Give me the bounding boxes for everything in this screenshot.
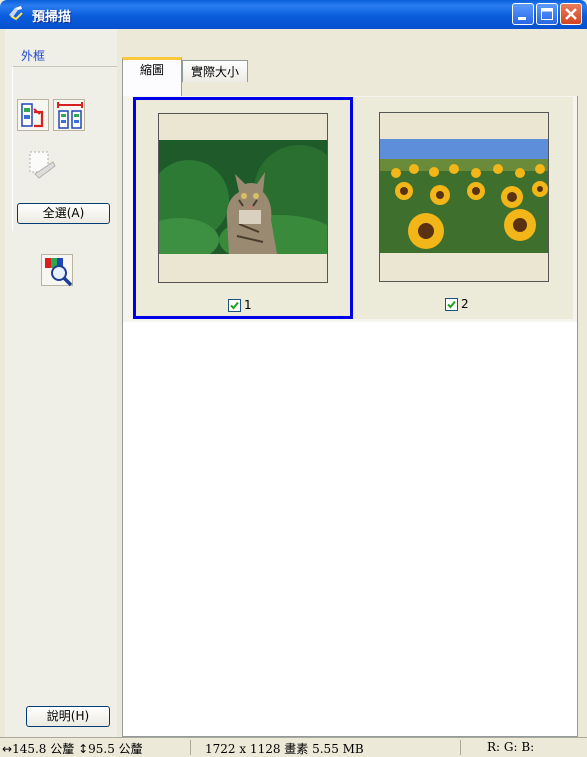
close-button[interactable]	[560, 3, 582, 25]
thumbnail-2-frame	[379, 112, 549, 282]
status-divider	[190, 740, 191, 755]
thumbnail-2[interactable]: 2	[353, 97, 573, 319]
minimize-icon	[518, 17, 526, 20]
cat-photo	[159, 140, 327, 254]
tab-actual-size-label: 實際大小	[190, 65, 239, 79]
tab-thumbnail[interactable]: 縮圖	[122, 57, 182, 97]
window-title: 預掃描	[32, 10, 72, 25]
select-all-button[interactable]: 全選(A)	[17, 203, 110, 224]
delete-frame-icon	[29, 151, 56, 179]
maximize-icon	[541, 8, 553, 20]
minimize-button[interactable]	[512, 3, 534, 25]
status-bar: ↔145.8 公釐 ↕95.5 公釐 1722 x 1128 畫素 5.55 M…	[0, 737, 587, 757]
tab-actual-size[interactable]: 實際大小	[182, 60, 248, 82]
width-readout: ↔145.8 公釐 ↕95.5 公釐	[2, 740, 143, 756]
thumbnail-1-checkbox[interactable]	[228, 299, 241, 312]
create-frame-icon	[57, 102, 83, 129]
thumbnail-1-label: 1	[244, 298, 252, 312]
preview-window: 預掃描 外框 全選(A) 說明(H) 縮圖 實際大小 1 2 ↔145.8 公釐…	[0, 0, 587, 757]
color-readout: R: G: B:	[487, 740, 535, 754]
create-frame-button[interactable]	[53, 99, 85, 131]
check-icon	[230, 301, 239, 310]
height-value: 95.5 公釐	[88, 742, 143, 756]
thumbnail-strip: 1 2	[123, 96, 577, 322]
help-button[interactable]: 說明(H)	[26, 706, 110, 727]
tab-thumbnail-label: 縮圖	[139, 63, 164, 77]
zoom-preview-icon	[45, 258, 73, 287]
preview-content-area: 1 2	[122, 96, 578, 737]
auto-locate-frame-button[interactable]	[17, 99, 49, 131]
maximize-button[interactable]	[536, 3, 558, 25]
thumbnail-1[interactable]: 1	[133, 97, 353, 319]
thumbnail-1-frame	[158, 113, 328, 283]
status-divider	[460, 740, 461, 755]
thumbnail-2-checkbox[interactable]	[445, 298, 458, 311]
image-size-readout: 1722 x 1128 畫素 5.55 MB	[205, 742, 364, 756]
horizontal-arrows-icon: ↔	[2, 742, 13, 756]
check-icon	[447, 300, 456, 309]
frame-group-label: 外框	[21, 49, 46, 63]
thumbnail-2-label: 2	[461, 297, 469, 311]
auto-locate-frame-icon	[21, 103, 44, 128]
sunflower-photo	[380, 139, 548, 253]
scanner-app-icon	[6, 5, 26, 23]
close-icon	[565, 8, 577, 20]
zoom-preview-button[interactable]	[41, 254, 73, 287]
title-bar[interactable]: 預掃描	[0, 0, 587, 29]
delete-frame-button[interactable]	[24, 147, 56, 179]
vertical-arrows-icon: ↕	[78, 742, 89, 756]
width-value: 145.8 公釐	[12, 742, 75, 756]
